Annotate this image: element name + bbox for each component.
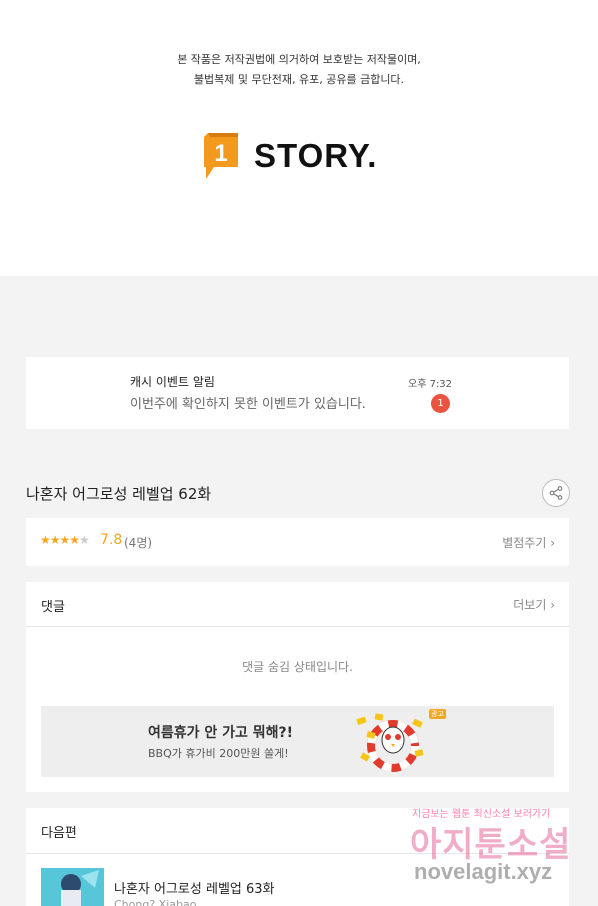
story-logo-icon: 1 <box>204 133 238 179</box>
star-filled-icons: ★★★★ <box>40 533 80 547</box>
copyright-line-2: 불법복제 및 무단전재, 유포, 공유를 금합니다. <box>193 73 405 86</box>
comments-card: 댓글 더보기 › 댓글 숨김 상태입니다. 여름휴가 안 가고 뭐해?! BBQ… <box>26 582 569 792</box>
next-episode-title[interactable]: 나혼자 어그로성 레벨업 63화 <box>114 878 275 897</box>
next-episode-thumbnail[interactable] <box>41 868 104 906</box>
ad-title: 여름휴가 안 가고 뭐해?! <box>148 725 294 741</box>
rating-score: 7.8 <box>100 532 123 548</box>
ad-subtitle: BBQ가 휴가비 200만원 쏠게! <box>148 747 289 760</box>
notification-card[interactable]: 캐시 이벤트 알림 이번주에 확인하지 못한 이벤트가 있습니다. 오후 7:3… <box>26 357 569 429</box>
logo-mark-text: 1 <box>214 140 227 167</box>
thumbnail-art <box>41 868 104 906</box>
rating-stars: ★★★★★ <box>40 533 90 547</box>
notification-badge: 1 <box>431 394 450 413</box>
copyright-line-1: 본 작품은 저작권법에 의거하여 보호받는 저작물이며, <box>177 53 421 66</box>
ad-chicken-illustration <box>356 713 424 772</box>
notification-body: 이번주에 확인하지 못한 이벤트가 있습니다. <box>130 397 366 412</box>
next-episode-author: Chong? Xiabao <box>114 898 197 906</box>
episode-title: 나혼자 어그로성 레벨업 62화 <box>26 485 212 503</box>
comments-title: 댓글 <box>41 600 65 615</box>
copyright-section: 본 작품은 저작권법에 의거하여 보호받는 저작물이며, 불법복제 및 무단전재… <box>0 0 598 276</box>
notification-time: 오후 7:32 <box>408 379 453 390</box>
comments-hidden-message: 댓글 숨김 상태입니다. <box>242 660 353 674</box>
ad-label-badge: 광고 <box>429 709 446 719</box>
watermark-url: novelagit.xyz <box>414 859 553 884</box>
ad-banner[interactable]: 여름휴가 안 가고 뭐해?! BBQ가 휴가비 200만원 쏠게! 광고 <box>41 706 554 777</box>
story-logo: 1 STORY. <box>202 131 377 181</box>
star-empty-icon: ★ <box>79 533 90 547</box>
rating-card: ★★★★★ 7.8 (4명) 별점주기 › <box>26 518 569 566</box>
share-icon <box>549 486 563 500</box>
share-button[interactable] <box>542 479 570 507</box>
comments-header: 댓글 더보기 › <box>26 582 569 627</box>
copyright-notice: 본 작품은 저작권법에 의거하여 보호받는 저작물이며, 불법복제 및 무단전재… <box>0 50 598 90</box>
logo-text: STORY. <box>254 137 378 174</box>
watermark-overlay: 지금보는 웹툰 최신소설 보러가기 아지툰소설 novelagit.xyz <box>410 803 595 903</box>
rate-button[interactable]: 별점주기 › <box>502 534 555 551</box>
rating-count: (4명) <box>124 536 153 550</box>
notification-title: 캐시 이벤트 알림 <box>130 375 215 389</box>
comments-more-button[interactable]: 더보기 › <box>513 596 555 613</box>
next-episode-heading: 다음편 <box>41 826 77 841</box>
